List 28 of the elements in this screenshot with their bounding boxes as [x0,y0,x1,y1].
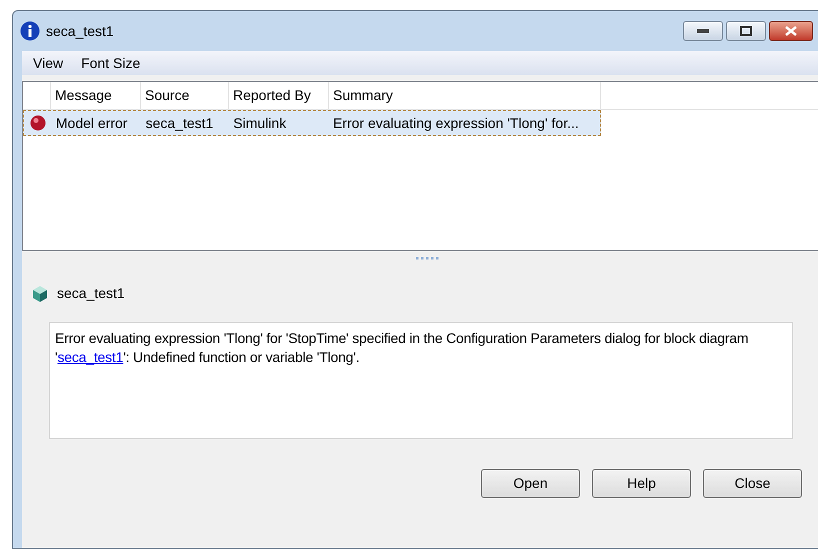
info-icon [20,21,40,41]
dialog-button[interactable]: Help [592,469,691,498]
model-cube-icon [32,284,48,302]
table-cell-text: Simulink [232,114,288,132]
detail-title: seca_test1 [57,284,125,303]
model-link[interactable]: seca_test1 [57,349,124,365]
column-header[interactable]: Message [51,82,141,109]
dialog-button[interactable]: Open [481,469,580,498]
table-cell-text: Error evaluating expression 'Tlong' for... [332,114,580,133]
column-header[interactable]: Source [141,82,229,109]
dialog-button[interactable]: Close [703,469,802,498]
menu-item[interactable]: Font Size [72,52,150,74]
maximize-button[interactable] [726,21,766,41]
error-message: Error evaluating expression 'Tlong' for 'StopTime' specified in the Configuration Parameters dialog for block diagram 'seca_test1': Undefined function or variable 'Tlong'. [55,329,750,367]
window-title: seca_test1 [46,22,114,41]
minimize-button[interactable] [683,21,723,41]
maximize-icon [740,26,752,36]
table-cell-text: seca_test1 [144,114,214,133]
table-cell-text: Model error [54,114,128,132]
splitter-handle-icon[interactable] [414,256,440,260]
minimize-icon [697,29,709,33]
table-row[interactable]: Model error seca_test1 Simulink Error evaluating expression 'Tlong' for... [23,110,601,136]
close-window-button[interactable] [769,21,813,41]
close-icon [785,26,797,36]
column-header[interactable]: Reported By [229,82,329,109]
menu-item[interactable]: View [24,52,72,74]
error-icon [30,115,46,131]
column-header[interactable]: Summary [329,82,601,109]
